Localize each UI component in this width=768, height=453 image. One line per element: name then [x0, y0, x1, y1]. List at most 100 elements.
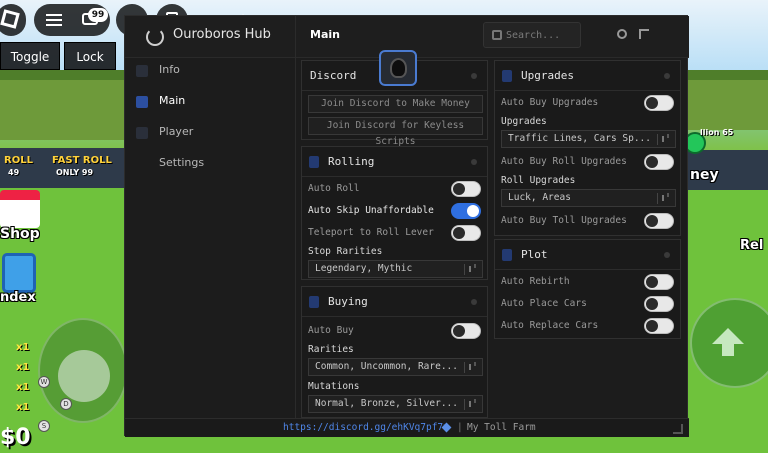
roll-label: ROLL — [4, 155, 33, 166]
auto-buy-upgrades-toggle[interactable] — [644, 95, 674, 111]
section-header: Plot — [495, 240, 680, 270]
mutations-dropdown[interactable]: Normal, Bronze, Silver... — [308, 395, 483, 413]
join-discord-keyless-button[interactable]: Join Discord for Keyless Scripts — [308, 117, 483, 147]
footer-separator: | — [457, 422, 463, 433]
auto-place-cars-row[interactable]: Auto Place Cars — [495, 294, 680, 316]
upgrades-value: Traffic Lines, Cars Sp... — [508, 133, 651, 144]
sidebar-item-label: Player — [159, 125, 194, 138]
mutations-value: Normal, Bronze, Silver... — [315, 398, 458, 409]
fast-roll-label: FAST ROLL — [52, 155, 112, 166]
sidebar-item-label: Info — [159, 63, 180, 76]
join-discord-money-button[interactable]: Join Discord to Make Money — [308, 95, 483, 113]
search-icon — [492, 30, 502, 40]
section-collapse-icon[interactable] — [664, 252, 670, 258]
auto-roll-row[interactable]: Auto Roll — [302, 179, 487, 201]
section-collapse-icon[interactable] — [471, 299, 477, 305]
key-d-icon: D — [60, 398, 72, 410]
chat-badge: 99 — [88, 8, 108, 22]
player-icon — [136, 127, 148, 139]
roll-upgrades-value: Luck, Areas — [508, 192, 571, 203]
lock-button[interactable]: Lock — [64, 42, 116, 70]
auto-rebirth-row[interactable]: Auto Rebirth — [495, 272, 680, 294]
dropdown-icon — [657, 193, 671, 204]
discord-link[interactable]: https://discord.gg/ehKVq7pf7v — [283, 422, 449, 433]
money-sign-label: ney — [690, 167, 719, 183]
key-w-icon: W — [38, 376, 50, 388]
auto-rebirth-toggle[interactable] — [644, 274, 674, 290]
dropdown-icon — [464, 399, 478, 410]
roblox-logo-icon — [0, 9, 20, 29]
upgrades-dropdown[interactable]: Traffic Lines, Cars Sp... — [501, 130, 676, 148]
auto-skip-toggle[interactable] — [451, 203, 481, 219]
key-s-icon: S — [38, 420, 50, 432]
auto-replace-cars-toggle[interactable] — [644, 318, 674, 334]
section-title: Discord — [310, 69, 357, 82]
shop-icon[interactable] — [0, 190, 40, 228]
auto-buy-roll-upgrades-toggle[interactable] — [644, 154, 674, 170]
shop-label[interactable]: Shop — [0, 226, 40, 242]
hamburger-icon[interactable] — [46, 14, 62, 16]
rebirth-label[interactable]: Rel — [740, 238, 763, 253]
joystick-thumb[interactable] — [58, 350, 110, 402]
sidebar-item-settings[interactable]: Settings — [125, 149, 295, 179]
sidebar-divider — [295, 16, 296, 418]
auto-buy-roll-upgrades-label: Auto Buy Roll Upgrades — [501, 156, 627, 167]
auto-place-cars-toggle[interactable] — [644, 296, 674, 312]
ouroboros-logo-icon — [146, 28, 164, 46]
teleport-label: Teleport to Roll Lever — [308, 227, 434, 238]
stop-rarities-dropdown[interactable]: Legendary, Mythic — [308, 260, 483, 278]
section-title: Upgrades — [521, 69, 574, 82]
multiplier-3: x1 — [16, 382, 30, 393]
auto-buy-roll-upgrades-row[interactable]: Auto Buy Roll Upgrades — [495, 152, 680, 174]
section-title: Plot — [521, 248, 548, 261]
money-display: $0 — [0, 425, 31, 450]
cart-icon — [309, 296, 319, 308]
skull-icon — [390, 58, 407, 78]
page-title: Main — [310, 28, 340, 41]
auto-buy-toggle[interactable] — [451, 323, 481, 339]
toggle-button[interactable]: Toggle — [0, 42, 60, 70]
section-collapse-icon[interactable] — [664, 73, 670, 79]
search-box[interactable] — [483, 22, 581, 48]
search-input[interactable] — [506, 27, 578, 43]
sidebar-item-info[interactable]: Info — [125, 56, 295, 86]
section-header: Buying — [302, 287, 487, 317]
auto-buy-toll-upgrades-row[interactable]: Auto Buy Toll Upgrades — [495, 211, 680, 233]
index-label[interactable]: ndex — [0, 290, 36, 305]
hub-title: Ouroboros Hub — [173, 27, 271, 42]
minimize-icon[interactable] — [617, 29, 627, 39]
multiplier-4: x1 — [16, 402, 30, 413]
jump-arrow-icon — [712, 328, 744, 344]
buying-section: Buying Auto Buy Rarities Common, Uncommo… — [301, 286, 488, 418]
stop-rarities-value: Legendary, Mythic — [315, 263, 413, 274]
upgrades-section: Upgrades Auto Buy Upgrades Upgrades Traf… — [494, 60, 681, 236]
index-book-icon[interactable] — [2, 253, 36, 293]
auto-skip-row[interactable]: Auto Skip Unaffordable — [302, 201, 487, 223]
fast-roll-price: ONLY 99 — [56, 168, 94, 177]
auto-buy-toll-upgrades-toggle[interactable] — [644, 213, 674, 229]
teleport-toggle[interactable] — [451, 225, 481, 241]
auto-rebirth-label: Auto Rebirth — [501, 276, 570, 287]
auto-roll-label: Auto Roll — [308, 183, 360, 194]
expand-icon[interactable] — [639, 29, 649, 39]
section-title: Buying — [328, 295, 368, 308]
auto-buy-toll-upgrades-label: Auto Buy Toll Upgrades — [501, 215, 627, 226]
auto-roll-toggle[interactable] — [451, 181, 481, 197]
teleport-row[interactable]: Teleport to Roll Lever — [302, 223, 487, 245]
auto-buy-row[interactable]: Auto Buy — [302, 321, 487, 343]
auto-replace-cars-label: Auto Replace Cars — [501, 320, 599, 331]
sidebar-item-player[interactable]: Player — [125, 118, 295, 148]
info-icon — [136, 65, 148, 77]
auto-buy-upgrades-row[interactable]: Auto Buy Upgrades — [495, 93, 680, 115]
section-collapse-icon[interactable] — [471, 73, 477, 79]
auto-replace-cars-row[interactable]: Auto Replace Cars — [495, 316, 680, 338]
multiplier-2: x1 — [16, 362, 30, 373]
auto-skip-label: Auto Skip Unaffordable — [308, 205, 434, 216]
rarities-dropdown[interactable]: Common, Uncommon, Rare... — [308, 358, 483, 376]
hamburger-icon-line — [46, 24, 62, 26]
resize-handle-icon[interactable] — [673, 424, 683, 434]
dice-icon — [309, 156, 319, 168]
section-collapse-icon[interactable] — [471, 159, 477, 165]
sidebar-item-main[interactable]: Main — [125, 87, 295, 117]
roll-upgrades-dropdown[interactable]: Luck, Areas — [501, 189, 676, 207]
